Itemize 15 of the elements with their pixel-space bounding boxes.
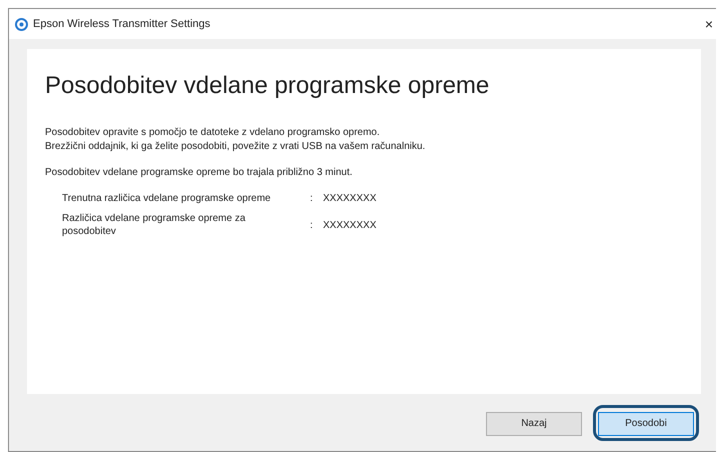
version-value: XXXXXXXX (323, 192, 376, 206)
version-label: Trenutna različica vdelane programske opreme (62, 192, 272, 205)
dialog-button[interactable]: Posodobi (598, 412, 694, 436)
duration-text: Posodobitev vdelane programske opreme bo trajala približno 3 minut. (45, 166, 354, 180)
app-icon (15, 18, 28, 30)
intro-text: Posodobitev opravite s pomočjo te datoteke z vdelano programsko opremo. (45, 126, 381, 140)
separator: : (310, 218, 314, 232)
window-title: Epson Wireless Transmitter Settings (33, 16, 210, 32)
dialog-button[interactable]: Nazaj (486, 412, 582, 436)
intro-text: Brezžični oddajnik, ki ga želite posodobiti, povežite z vrati USB na vašem računalniku. (45, 140, 426, 154)
version-value: XXXXXXXX (323, 218, 376, 232)
separator: : (310, 192, 314, 206)
close-button[interactable]: × (704, 17, 716, 31)
page-heading: Posodobitev vdelane programske opreme (45, 71, 490, 101)
version-label: Različica vdelane programske opreme za posodobitev (62, 212, 246, 238)
